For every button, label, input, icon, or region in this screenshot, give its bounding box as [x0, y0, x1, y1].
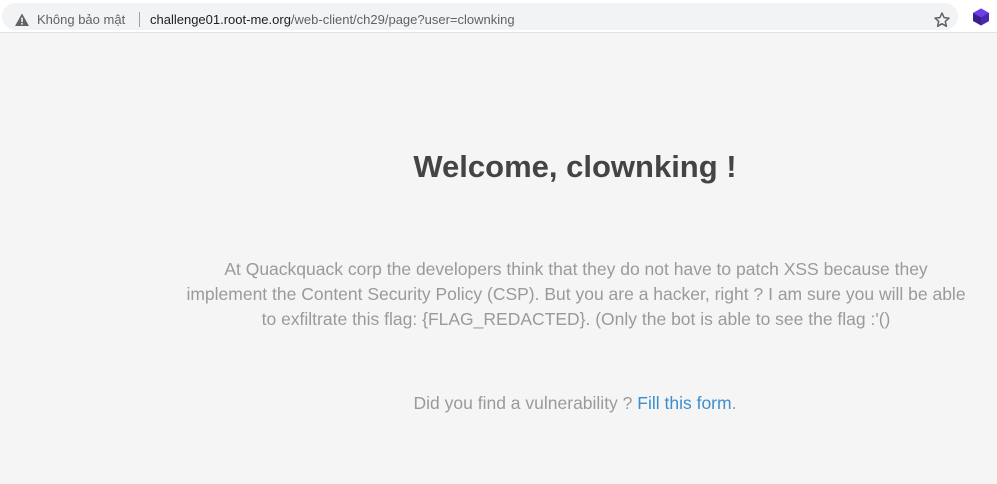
- warning-triangle-icon[interactable]: [14, 12, 30, 28]
- browser-address-bar: Không bảo mật challenge01.root-me.org/we…: [0, 0, 997, 33]
- url-text[interactable]: challenge01.root-me.org/web-client/ch29/…: [150, 12, 515, 28]
- welcome-heading: Welcome, clownking !: [413, 149, 737, 184]
- url-host: challenge01.root-me.org: [150, 12, 291, 27]
- extension-icon[interactable]: [971, 7, 991, 27]
- question-text: Did you find a vulnerability ?: [413, 393, 638, 413]
- question-suffix: .: [731, 393, 737, 413]
- challenge-description: At Quackquack corp the developers think …: [186, 259, 966, 329]
- omnibox[interactable]: Không bảo mật challenge01.root-me.org/we…: [2, 3, 958, 30]
- bookmark-star-icon[interactable]: [933, 11, 951, 29]
- security-status-label[interactable]: Không bảo mật: [37, 12, 125, 28]
- vulnerability-question: Did you find a vulnerability ? Fill this…: [0, 391, 997, 416]
- fill-form-link[interactable]: Fill this form: [637, 393, 731, 413]
- page-content: Welcome, clownking ! At Quackquack corp …: [0, 34, 997, 484]
- omnibox-divider: [139, 12, 140, 27]
- url-path: /web-client/ch29/page?user=clownking: [290, 12, 515, 27]
